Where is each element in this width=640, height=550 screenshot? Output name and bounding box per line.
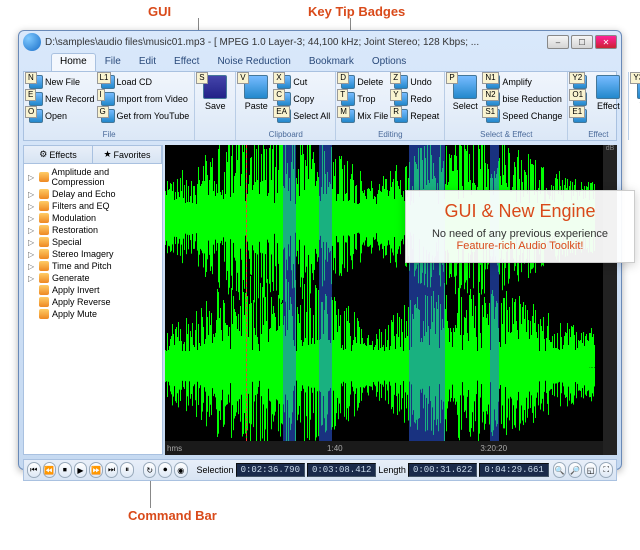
save-button[interactable]: SSave <box>198 74 232 138</box>
minimize-button[interactable]: – <box>547 35 569 49</box>
redo-button[interactable]: YRedo <box>392 91 441 107</box>
new-file-button[interactable]: NNew File <box>27 74 97 90</box>
speed-button[interactable]: S1Speed Change <box>484 108 564 124</box>
sidebar-tab-effects[interactable]: ⚙ Effects <box>24 146 93 163</box>
undo-button[interactable]: ZUndo <box>392 74 441 90</box>
ribbon-group-editing: DDelete TTrop MMix File ZUndo YRedo RRep… <box>336 72 445 140</box>
zoom-fit-button[interactable]: ⛶ <box>599 462 613 478</box>
effects-sidebar: ⚙ Effects ★ Favorites ▷Amplitude and Com… <box>23 145 163 455</box>
new-record-button[interactable]: ENew Record <box>27 91 97 107</box>
annotation-gui: GUI <box>148 4 171 19</box>
effect-big-icon <box>596 75 620 99</box>
sidebar-item[interactable]: ▷Modulation <box>26 212 160 224</box>
sidebar-item[interactable]: Apply Reverse <box>26 296 160 308</box>
selection-end-field[interactable]: 0:03:08.412 <box>307 463 376 477</box>
effects-list: ▷Amplitude and Compression▷Delay and Ech… <box>24 164 162 322</box>
promo-callout: GUI & New Engine No need of any previous… <box>405 190 635 263</box>
effect-e1-button[interactable]: E1 <box>571 108 589 124</box>
maximize-button[interactable]: ☐ <box>571 35 593 49</box>
ribbon-tabs: Home File Edit Effect Noise Reduction Bo… <box>19 53 621 71</box>
ribbon: NNew File ENew Record OOpen L1Load CD II… <box>23 71 617 141</box>
loop-button[interactable]: ↻ <box>143 462 157 478</box>
sidebar-item[interactable]: ▷Delay and Echo <box>26 188 160 200</box>
timeline[interactable]: hms 1:40 3:20:20 <box>165 441 603 455</box>
sidebar-item[interactable]: ▷Generate <box>26 272 160 284</box>
ribbon-group-save: SSave <box>195 72 236 140</box>
youtube-button[interactable]: GGet from YouTube <box>99 108 192 124</box>
callout-line1: No need of any previous experience <box>418 228 622 240</box>
zoom-sel-button[interactable]: ◱ <box>584 462 598 478</box>
selection-label: Selection <box>197 465 234 475</box>
sidebar-item[interactable]: ▷Filters and EQ <box>26 200 160 212</box>
tab-home[interactable]: Home <box>51 53 96 71</box>
titlebar: D:\samples\audio files\music01.mp3 - [ M… <box>19 31 621 53</box>
selectall-button[interactable]: EASelect All <box>275 108 332 124</box>
tab-bookmark[interactable]: Bookmark <box>300 53 363 71</box>
paste-button[interactable]: VPaste <box>239 74 273 138</box>
ribbon-group-effect: Y2 O1 E1 Effect Effect <box>568 72 629 140</box>
zoom-in-button[interactable]: 🔍 <box>553 462 567 478</box>
close-button[interactable]: ✕ <box>595 35 617 49</box>
forward-button[interactable]: ⏩ <box>89 462 103 478</box>
repeat-button[interactable]: RRepeat <box>392 108 441 124</box>
tab-file[interactable]: File <box>96 53 130 71</box>
copy-button[interactable]: CCopy <box>275 91 332 107</box>
open-button[interactable]: OOpen <box>27 108 97 124</box>
effect-y2-button[interactable]: Y2 <box>571 74 589 90</box>
selection-region[interactable] <box>283 145 297 441</box>
tab-options[interactable]: Options <box>363 53 415 71</box>
ribbon-group-view: Y3View View <box>629 72 640 140</box>
sidebar-item[interactable]: ▷Restoration <box>26 224 160 236</box>
length2-field[interactable]: 0:04:29.661 <box>479 463 548 477</box>
tab-noise[interactable]: Noise Reduction <box>208 53 299 71</box>
tab-edit[interactable]: Edit <box>130 53 165 71</box>
skip-start-button[interactable]: ⏮ <box>27 462 41 478</box>
selection-start-field[interactable]: 0:02:36.790 <box>236 463 305 477</box>
sidebar-item[interactable]: ▷Time and Pitch <box>26 260 160 272</box>
delete-button[interactable]: DDelete <box>339 74 390 90</box>
stop-button[interactable]: ⏹ <box>58 462 72 478</box>
sidebar-tab-favorites[interactable]: ★ Favorites <box>93 146 162 163</box>
app-orb-icon[interactable] <box>23 33 41 51</box>
record2-button[interactable]: ◉ <box>174 462 188 478</box>
sidebar-item[interactable]: Apply Invert <box>26 284 160 296</box>
window-title: D:\samples\audio files\music01.mp3 - [ M… <box>45 37 547 48</box>
annotation-cmdbar: Command Bar <box>128 508 217 523</box>
length1-field[interactable]: 0:00:31.622 <box>408 463 477 477</box>
callout-line2: Feature-rich Audio Toolkit! <box>418 240 622 252</box>
callout-title: GUI & New Engine <box>418 201 622 222</box>
effect-o1-button[interactable]: O1 <box>571 91 589 107</box>
selection-region[interactable] <box>319 145 333 441</box>
transport-bar: ⏮ ⏪ ⏹ ▶ ⏩ ⏭ ⏸ ↻ ⏺ ◉ Selection 0:02:36.79… <box>23 459 617 481</box>
cut-button[interactable]: XCut <box>275 74 332 90</box>
sidebar-item[interactable]: ▷Amplitude and Compression <box>26 166 160 188</box>
marker-red[interactable] <box>246 145 247 441</box>
noise-button[interactable]: N2bise Reduction <box>484 91 564 107</box>
ribbon-group-select-effect: PSelect N1Amplify N2bise Reduction S1Spe… <box>445 72 568 140</box>
pause-button[interactable]: ⏸ <box>120 462 134 478</box>
ribbon-group-clipboard: VPaste XCut CCopy EASelect All Clipboard <box>236 72 336 140</box>
select-button[interactable]: PSelect <box>448 74 482 138</box>
skip-end-button[interactable]: ⏭ <box>105 462 119 478</box>
play-button[interactable]: ▶ <box>74 462 88 478</box>
amplify-button[interactable]: N1Amplify <box>484 74 564 90</box>
crop-button[interactable]: TTrop <box>339 91 390 107</box>
mixfile-button[interactable]: MMix File <box>339 108 390 124</box>
sidebar-item[interactable]: ▷Stereo Imagery <box>26 248 160 260</box>
zoom-out-button[interactable]: 🔎 <box>568 462 582 478</box>
length-label: Length <box>378 465 406 475</box>
import-video-button[interactable]: IImport from Video <box>99 91 192 107</box>
annotation-keytip: Key Tip Badges <box>308 4 405 19</box>
tab-effect[interactable]: Effect <box>165 53 208 71</box>
sidebar-item[interactable]: Apply Mute <box>26 308 160 320</box>
effect-main-button[interactable]: Effect <box>591 74 625 138</box>
load-cd-button[interactable]: L1Load CD <box>99 74 192 90</box>
rewind-button[interactable]: ⏪ <box>43 462 57 478</box>
ribbon-group-file: NNew File ENew Record OOpen L1Load CD II… <box>24 72 195 140</box>
sidebar-item[interactable]: ▷Special <box>26 236 160 248</box>
view-button[interactable]: Y3View <box>632 74 640 138</box>
record-button[interactable]: ⏺ <box>158 462 172 478</box>
